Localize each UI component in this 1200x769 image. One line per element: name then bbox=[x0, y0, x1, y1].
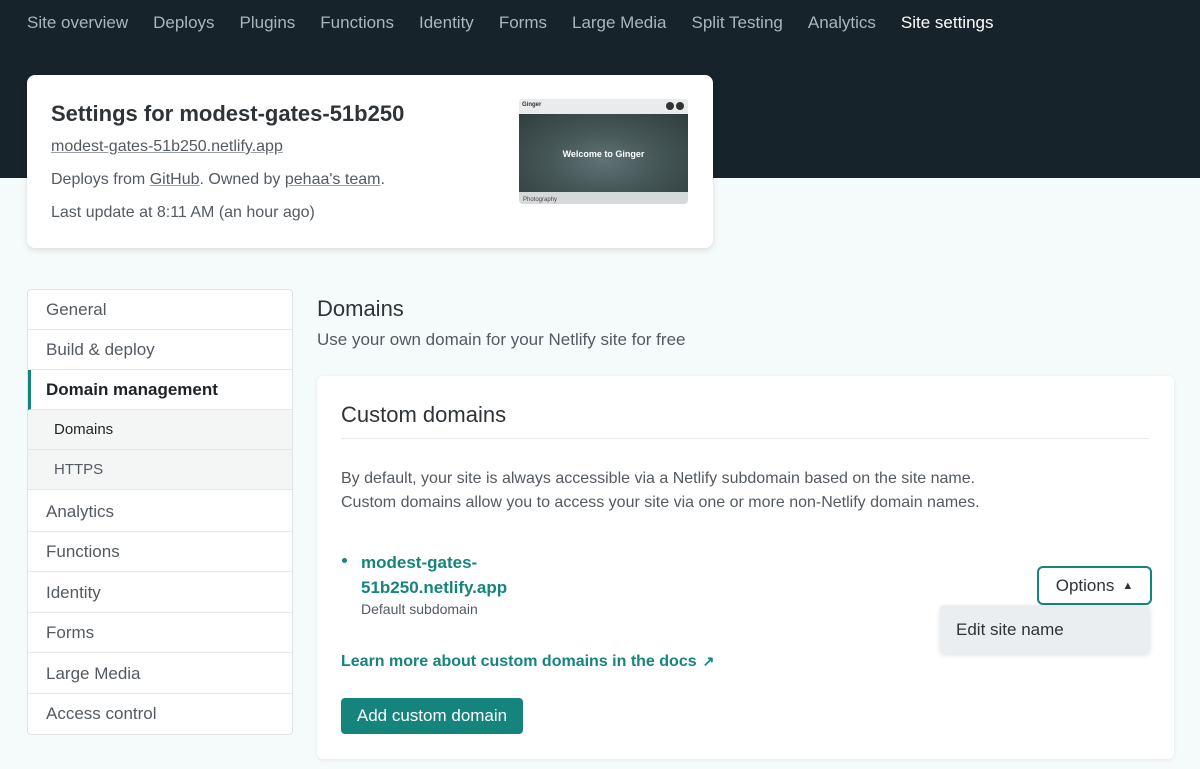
sidebar-item-large-media[interactable]: Large Media bbox=[28, 654, 292, 694]
docs-link-label: Learn more about custom domains in the d… bbox=[341, 653, 697, 670]
site-preview-thumbnail[interactable]: Ginger Welcome to Ginger Photography bbox=[519, 99, 688, 204]
site-url-link[interactable]: modest-gates-51b250.netlify.app bbox=[51, 138, 283, 156]
external-arrow-icon: ↗ bbox=[702, 653, 715, 669]
sidebar-item-build-deploy[interactable]: Build & deploy bbox=[28, 330, 292, 370]
top-nav: Site overview Deploys Plugins Functions … bbox=[0, 0, 1200, 46]
nav-functions[interactable]: Functions bbox=[320, 13, 394, 33]
section-title: Domains bbox=[317, 296, 404, 321]
nav-site-settings[interactable]: Site settings bbox=[901, 13, 994, 33]
settings-sidebar: General Build & deploy Domain management… bbox=[27, 289, 293, 735]
owned-suffix: . bbox=[380, 171, 385, 188]
domain-line-1: modest-gates- bbox=[361, 553, 478, 572]
sidebar-item-domain-management[interactable]: Domain management bbox=[28, 370, 292, 410]
nav-deploys[interactable]: Deploys bbox=[153, 13, 214, 33]
chevron-up-icon: ▲ bbox=[1122, 579, 1134, 592]
nav-plugins[interactable]: Plugins bbox=[240, 13, 296, 33]
sidebar-item-forms[interactable]: Forms bbox=[28, 613, 292, 653]
panel-divider bbox=[341, 438, 1149, 439]
preview-brand: Ginger bbox=[522, 102, 542, 108]
options-label: Options bbox=[1055, 575, 1115, 595]
preview-close-icon bbox=[676, 102, 684, 110]
default-subdomain-label: Default subdomain bbox=[361, 601, 478, 617]
nav-split-testing[interactable]: Split Testing bbox=[692, 13, 783, 33]
preview-footer-text: Photography bbox=[523, 197, 558, 203]
nav-site-overview[interactable]: Site overview bbox=[27, 13, 128, 33]
sidebar-subitem-domains[interactable]: Domains bbox=[28, 410, 292, 450]
panel-description: By default, your site is always accessib… bbox=[341, 467, 980, 515]
preview-header-bar bbox=[519, 99, 688, 114]
domain-line-2: 51b250.netlify.app bbox=[361, 578, 508, 597]
section-subtitle: Use your own domain for your Netlify sit… bbox=[317, 330, 686, 349]
preview-menu-icon bbox=[666, 102, 674, 110]
description-line-1: By default, your site is always accessib… bbox=[341, 470, 976, 487]
description-line-2: Custom domains allow you to access your … bbox=[341, 494, 980, 511]
custom-domains-panel: Custom domains By default, your site is … bbox=[317, 376, 1174, 759]
options-button[interactable]: Options ▲ bbox=[1037, 566, 1152, 605]
docs-link[interactable]: Learn more about custom domains in the d… bbox=[341, 653, 714, 671]
sidebar-item-functions[interactable]: Functions bbox=[28, 532, 292, 572]
sidebar-item-analytics[interactable]: Analytics bbox=[28, 492, 292, 532]
sidebar-item-identity[interactable]: Identity bbox=[28, 573, 292, 613]
panel-title: Custom domains bbox=[341, 402, 507, 427]
default-domain-link[interactable]: modest-gates- 51b250.netlify.app bbox=[361, 550, 521, 600]
sidebar-item-access-control[interactable]: Access control bbox=[28, 694, 292, 734]
deploy-source-text: Deploys from GitHub. Owned by pehaa's te… bbox=[51, 171, 385, 189]
options-dropdown-menu: Edit site name bbox=[940, 605, 1150, 653]
nav-forms[interactable]: Forms bbox=[499, 13, 547, 33]
sidebar-subitem-https[interactable]: HTTPS bbox=[28, 450, 292, 490]
site-summary-card: Settings for modest-gates-51b250 modest-… bbox=[27, 75, 713, 248]
bullet-icon bbox=[342, 558, 347, 563]
nav-analytics[interactable]: Analytics bbox=[808, 13, 876, 33]
nav-large-media[interactable]: Large Media bbox=[572, 13, 667, 33]
sidebar-item-general[interactable]: General bbox=[28, 290, 292, 330]
github-link[interactable]: GitHub bbox=[150, 171, 200, 188]
add-custom-domain-button[interactable]: Add custom domain bbox=[341, 698, 523, 734]
deploys-prefix: Deploys from bbox=[51, 171, 150, 188]
owned-prefix: . Owned by bbox=[199, 171, 285, 188]
last-update-text: Last update at 8:11 AM (an hour ago) bbox=[51, 204, 315, 221]
preview-hero-text: Welcome to Ginger bbox=[562, 149, 645, 159]
page-title: Settings for modest-gates-51b250 bbox=[51, 101, 405, 126]
edit-site-name-menu-item[interactable]: Edit site name bbox=[956, 620, 1064, 640]
team-link[interactable]: pehaa's team bbox=[285, 171, 381, 188]
nav-identity[interactable]: Identity bbox=[419, 13, 474, 33]
